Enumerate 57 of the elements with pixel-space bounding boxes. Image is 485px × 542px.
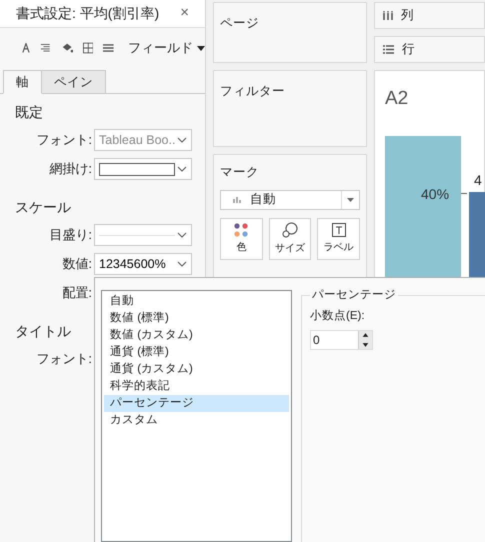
card-title: マーク — [220, 164, 260, 181]
shelf-title: 列 — [401, 7, 414, 24]
list-item[interactable]: 通貨 (カスタム) — [104, 361, 289, 378]
shelf-title: ページ — [220, 16, 259, 30]
shelf-title: フィルター — [220, 84, 285, 98]
panel-title: 書式設定: 平均(割引率) — [16, 4, 160, 23]
list-item[interactable]: 科学的表記 — [104, 378, 289, 395]
shelf-title: 行 — [402, 41, 415, 58]
list-item[interactable]: パーセンテージ — [104, 395, 289, 412]
list-icon — [383, 45, 394, 54]
dropdown-field[interactable] — [94, 158, 192, 180]
chevron-icon — [177, 232, 187, 238]
section-heading: 既定 — [15, 103, 43, 122]
chevron-icon — [177, 166, 187, 172]
color-dots-icon — [234, 222, 248, 237]
axis-label: 40% — [421, 184, 450, 204]
bar-chart-icon — [233, 196, 242, 204]
field-label: 小数点(E): — [310, 308, 366, 324]
caret-icon — [347, 198, 354, 202]
field-label: フォント: — [35, 350, 93, 368]
list-item[interactable]: 自動 — [104, 293, 289, 310]
mark-property-button[interactable]: サイズ — [268, 218, 312, 260]
close-button[interactable]: × — [180, 2, 189, 25]
paint-bucket-icon — [60, 42, 73, 54]
format-list[interactable]: 自動 数値 (標準) 数値 (カスタム) 通貨 (標準) 通貨 (カスタム) 科学的表記 パーセンテージ カスタム — [101, 290, 292, 542]
field-label: フォント: — [35, 131, 93, 150]
columns-icon — [383, 11, 393, 20]
list-item[interactable]: 通貨 (標準) — [104, 344, 289, 361]
field-label: 数値: — [61, 255, 93, 274]
text-label-icon — [332, 222, 346, 237]
alignment-icon — [40, 43, 51, 53]
list-item[interactable]: 数値 (標準) — [104, 310, 289, 327]
size-circles-icon — [282, 222, 298, 238]
number-spinner[interactable]: 0 — [310, 330, 373, 350]
chevron-icon — [177, 137, 187, 143]
borders-icon — [82, 42, 94, 54]
chevron-icon — [177, 261, 187, 267]
tab[interactable]: ペイン — [42, 70, 106, 94]
font-icon — [22, 43, 30, 53]
field-label: 網掛け: — [48, 160, 93, 178]
mark-property-button[interactable]: 色 — [220, 218, 263, 260]
field-label: 配置: — [61, 284, 93, 302]
lines-icon — [103, 43, 114, 53]
list-item[interactable]: カスタム — [104, 412, 289, 429]
caret-icon — [197, 46, 206, 50]
section-heading: タイトル — [15, 322, 71, 341]
view-title: A2 — [385, 87, 410, 111]
field-dropdown[interactable]: フィールド — [128, 38, 206, 58]
dropdown-field[interactable]: 12345600% — [94, 253, 192, 275]
list-item[interactable]: 数値 (カスタム) — [104, 327, 289, 344]
dropdown-field[interactable] — [94, 224, 192, 246]
field-label: 目盛り: — [48, 226, 93, 244]
tab[interactable]: 軸 — [3, 70, 42, 94]
section-heading: スケール — [15, 198, 71, 217]
bar-label: 4 — [474, 170, 482, 190]
mark-type-dropdown[interactable]: 自動 — [220, 190, 360, 210]
mark-property-button[interactable]: ラベル — [317, 218, 360, 260]
